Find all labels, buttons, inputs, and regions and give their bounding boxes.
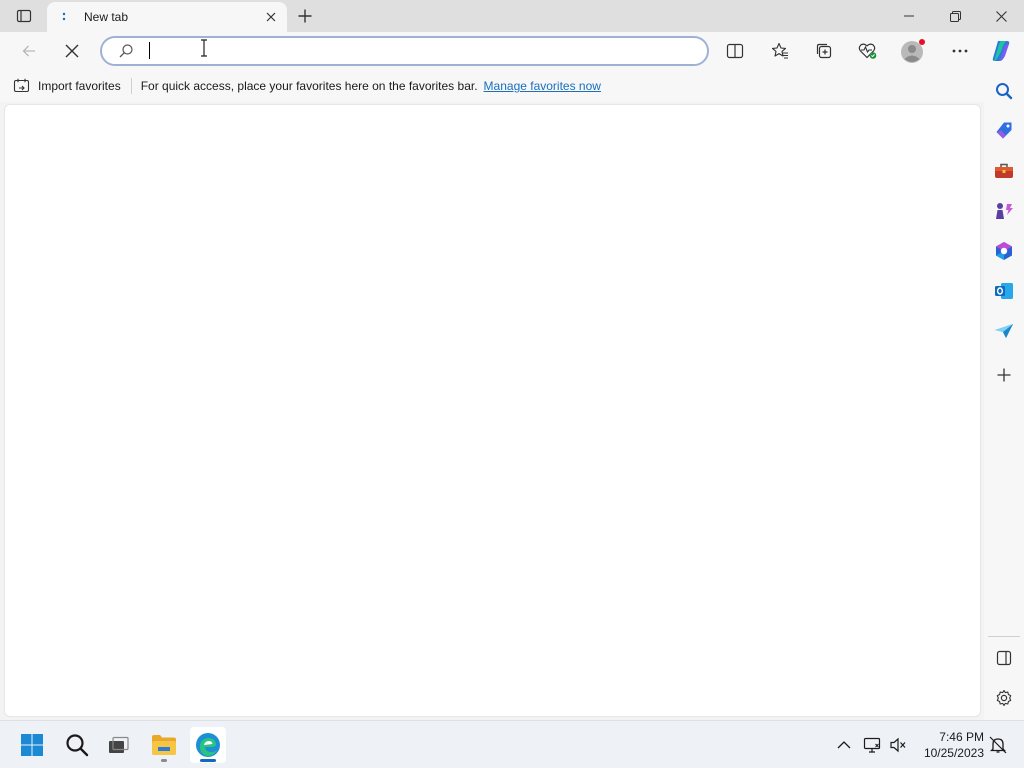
back-button[interactable] — [14, 36, 44, 66]
close-window-icon — [995, 10, 1007, 22]
settings-and-more-button[interactable] — [945, 36, 975, 66]
minimize-icon — [904, 15, 914, 17]
address-bar[interactable] — [100, 36, 709, 66]
tab-new-tab[interactable]: New tab — [47, 2, 287, 32]
i-beam-cursor-icon — [200, 39, 208, 60]
volume-button[interactable] — [886, 733, 910, 757]
close-tab-button[interactable] — [261, 7, 281, 27]
edge-sidebar — [984, 70, 1024, 720]
stop-loading-icon — [65, 44, 79, 58]
file-explorer-button[interactable] — [146, 727, 182, 763]
games-icon — [996, 203, 1013, 219]
search-icon — [66, 734, 89, 757]
sidebar-shopping-button[interactable] — [990, 117, 1018, 145]
clock-date: 10/25/2023 — [923, 746, 984, 760]
browser-essentials-button[interactable] — [853, 36, 883, 66]
copilot-icon — [992, 41, 1010, 61]
add-icon — [997, 368, 1011, 382]
collections-icon — [816, 43, 832, 59]
copilot-button[interactable] — [987, 36, 1017, 66]
sidebar-games-button[interactable] — [990, 197, 1018, 225]
taskbar: 7:46 PM 10/25/2023 — [0, 720, 1024, 768]
import-favorites-label: Import favorites — [38, 79, 121, 93]
back-icon — [22, 45, 35, 57]
active-indicator — [200, 759, 216, 762]
favorites-icon — [771, 42, 788, 59]
hide-sidebar-icon — [996, 650, 1012, 666]
show-hidden-icons-button[interactable] — [832, 733, 856, 757]
edge-taskbar-button[interactable] — [190, 727, 226, 763]
favorites-button[interactable] — [765, 36, 795, 66]
microsoft-365-icon — [996, 242, 1012, 260]
settings-icon — [996, 689, 1012, 707]
network-button[interactable] — [860, 733, 884, 757]
restore-icon — [949, 10, 961, 22]
task-view-button[interactable] — [101, 727, 137, 763]
more-icon — [952, 49, 968, 53]
close-tab-icon — [266, 12, 276, 22]
page-content[interactable] — [4, 104, 981, 717]
notifications-button[interactable] — [986, 733, 1010, 757]
title-bar: New tab — [0, 0, 1024, 32]
show-hidden-icons-icon — [837, 741, 851, 749]
sidebar-microsoft-365-button[interactable] — [990, 237, 1018, 265]
sidebar-search-button[interactable] — [990, 77, 1018, 105]
split-screen-button[interactable] — [720, 36, 750, 66]
hide-sidebar-button[interactable] — [990, 644, 1018, 672]
tools-icon — [995, 163, 1013, 178]
stop-loading-button[interactable] — [57, 36, 87, 66]
profile-icon — [901, 39, 925, 63]
notifications-icon — [989, 736, 1007, 754]
favorites-bar-message: For quick access, place your favorites h… — [140, 79, 478, 93]
shopping-icon — [996, 122, 1012, 139]
close-window-button[interactable] — [978, 0, 1024, 32]
search-icon — [996, 83, 1013, 100]
volume-muted-icon — [890, 737, 906, 753]
sidebar-divider — [988, 636, 1020, 637]
address-input[interactable] — [148, 42, 688, 60]
sidebar-settings-button[interactable] — [990, 684, 1018, 712]
browser-essentials-icon — [858, 43, 877, 59]
minimize-button[interactable] — [886, 0, 932, 32]
import-favorites-icon — [13, 78, 30, 93]
tab-actions-icon — [16, 9, 32, 23]
running-indicator — [161, 759, 167, 762]
sidebar-drop-button[interactable] — [990, 317, 1018, 345]
manage-favorites-link[interactable]: Manage favorites now — [484, 79, 601, 93]
tab-actions-button[interactable] — [10, 5, 38, 27]
file-explorer-icon — [152, 735, 176, 755]
edge-icon — [196, 733, 220, 757]
tab-title: New tab — [84, 10, 129, 24]
start-button[interactable] — [14, 727, 50, 763]
restore-button[interactable] — [932, 0, 978, 32]
new-tab-icon — [298, 9, 312, 23]
text-caret — [149, 42, 150, 59]
outlook-icon — [995, 283, 1013, 299]
new-tab-button[interactable] — [292, 4, 318, 28]
system-clock[interactable]: 7:46 PM 10/25/2023 — [912, 729, 984, 761]
profile-button[interactable] — [898, 36, 928, 66]
clock-time: 7:46 PM — [939, 730, 984, 744]
task-view-icon — [109, 736, 129, 753]
navigation-toolbar — [0, 32, 1024, 70]
taskbar-search-button[interactable] — [59, 727, 95, 763]
sidebar-outlook-button[interactable] — [990, 277, 1018, 305]
import-favorites-button[interactable]: Import favorites — [13, 74, 121, 98]
collections-button[interactable] — [809, 36, 839, 66]
sidebar-add-button[interactable] — [990, 361, 1018, 389]
search-icon — [118, 43, 134, 62]
drop-icon — [995, 324, 1013, 338]
split-screen-icon — [726, 43, 744, 59]
tab-favicon-icon — [57, 9, 73, 25]
start-icon — [21, 734, 43, 756]
network-icon — [863, 737, 881, 753]
sidebar-tools-button[interactable] — [990, 157, 1018, 185]
favorites-bar: Import favorites For quick access, place… — [0, 70, 984, 102]
favorites-divider — [130, 78, 132, 94]
